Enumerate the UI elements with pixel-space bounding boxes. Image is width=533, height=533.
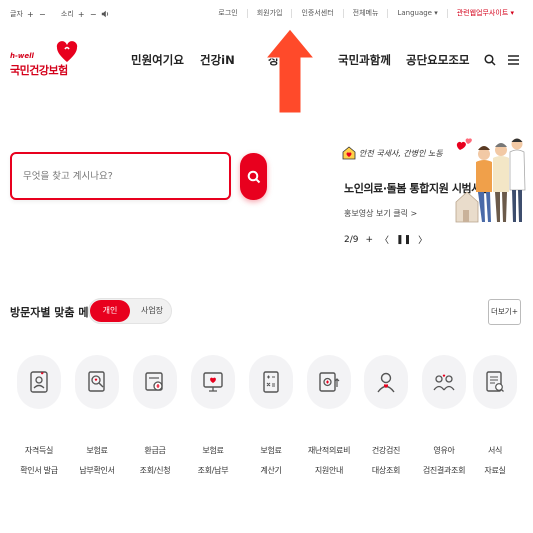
- visitor-type-toggle: 개인 사업장: [88, 298, 172, 324]
- calculator-icon: [263, 371, 279, 393]
- tab-personal[interactable]: 개인: [90, 300, 130, 322]
- payment-receipt-icon: [88, 371, 105, 392]
- menu-label-line1: 보험료: [260, 446, 282, 455]
- menu-label-line2: 대상조회: [371, 466, 401, 475]
- logo-brand-name: 국민건강보험: [10, 64, 68, 77]
- menu-label-line2: 확인서 발급: [20, 466, 58, 475]
- search-button[interactable]: [240, 153, 267, 200]
- font-increase-button[interactable]: +: [26, 10, 35, 19]
- id-card-icon: [30, 371, 48, 393]
- menu-icon-circle: [249, 355, 293, 409]
- logo-brand-small: h-well: [10, 52, 34, 60]
- menu-label-line2: 조회/납부: [197, 466, 229, 475]
- menu-icon-circle: [133, 355, 177, 409]
- menu-item-premium-calculator[interactable]: 보험료계산기: [243, 355, 299, 495]
- promo-next-button[interactable]: 〉: [418, 233, 427, 246]
- menu-label-line1: 자격득실: [24, 446, 54, 455]
- nav-with-public[interactable]: 국민과함께: [338, 52, 391, 68]
- nav-about-corp[interactable]: 공단요모조모: [406, 52, 469, 68]
- menu-label-line1: 재난적의료비: [307, 446, 351, 455]
- menu-item-refund[interactable]: 환급금조회/신청: [127, 355, 183, 495]
- promo-pause-button[interactable]: ❚❚: [396, 235, 411, 245]
- menu-label-line2: 검진결과조회: [422, 466, 466, 475]
- menu-label-line2: 계산기: [260, 466, 282, 475]
- signup-link[interactable]: 회원가입: [246, 9, 292, 18]
- sound-label: 소리: [60, 10, 74, 18]
- utility-bar: 글자 + − 소리 + − 로그인 회원가입 인증서센터 전체메뉴 Langua…: [0, 0, 533, 30]
- menu-label-line1: 건강검진: [371, 446, 401, 455]
- utility-links: 로그인 회원가입 인증서센터 전체메뉴 Language ▾ 관련웹업무사이트 …: [209, 9, 523, 18]
- infant-checkup-icon: [433, 374, 455, 391]
- menu-label-line2: 자료실: [484, 466, 506, 475]
- heart-logo-icon: [56, 41, 78, 62]
- sound-increase-button[interactable]: +: [77, 10, 86, 19]
- family-illustration-icon: [455, 138, 526, 223]
- site-logo[interactable]: h-well 국민건강보험: [10, 40, 80, 80]
- menu-icon-circle: [307, 355, 351, 409]
- search-icon[interactable]: [484, 54, 496, 66]
- menu-label-line1: 환급금: [144, 446, 166, 455]
- search-box: [10, 152, 231, 200]
- menu-label-line1: 보험료: [86, 446, 108, 455]
- hamburger-menu-icon[interactable]: [508, 55, 519, 65]
- house-heart-icon: [342, 146, 356, 160]
- menu-item-premium-payment[interactable]: 보험료조회/납부: [185, 355, 241, 495]
- promo-slogan: 안전 국세사, 간병인 노동: [342, 146, 443, 160]
- speaker-icon[interactable]: [101, 10, 110, 19]
- document-forms-icon: [486, 371, 504, 392]
- promo-page-indicator: 2/9: [344, 234, 359, 245]
- menu-icon-circle: [422, 355, 466, 409]
- font-size-label: 글자: [10, 10, 23, 18]
- visitor-menu-list: 자격득실 확인서 발급 보험료 납부확인서 환급금 조회/신청 보험료 조회/납…: [0, 355, 533, 495]
- menu-label-line1: 보험료: [202, 446, 224, 455]
- visitor-menu-more-button[interactable]: 더보기+: [488, 299, 521, 325]
- promo-video-link[interactable]: 홍보영상 보기 클릭 >: [344, 208, 417, 219]
- search-icon: [247, 170, 260, 183]
- menu-icon-circle: [473, 355, 517, 409]
- menu-label-line2: 조회/신청: [139, 466, 171, 475]
- menu-icon-circle: [191, 355, 235, 409]
- menu-item-catastrophic-medical[interactable]: 재난적의료비지원안내: [301, 355, 357, 495]
- menu-icon-circle: [17, 355, 61, 409]
- promo-banner[interactable]: 안전 국세사, 간병인 노동 노인의료·돌봄 통합지원 시범사업 홍보영상 보기…: [342, 130, 527, 255]
- promo-slogan-text: 안전 국세사, 간병인 노동: [359, 148, 443, 158]
- nav-civil-service[interactable]: 민원여기요: [131, 52, 184, 68]
- nav-health-in[interactable]: 건강iN: [200, 52, 235, 68]
- menu-item-payment-certificate[interactable]: 보험료납부확인서: [69, 355, 125, 495]
- pointer-arrow-icon: [265, 28, 315, 114]
- font-decrease-button[interactable]: −: [38, 10, 47, 19]
- all-menu-link[interactable]: 전체메뉴: [342, 9, 388, 18]
- promo-more-button[interactable]: +: [365, 235, 373, 245]
- menu-item-forms-library[interactable]: 서식자료실: [467, 355, 523, 495]
- monitor-payment-icon: [203, 372, 223, 392]
- promo-controls: 2/9 + 〈 ❚❚ 〉: [344, 233, 427, 247]
- header-icons: [484, 54, 519, 66]
- search-input[interactable]: [12, 154, 202, 198]
- menu-icon-circle: [75, 355, 119, 409]
- menu-label-line1: 영유아: [433, 446, 455, 455]
- promo-prev-button[interactable]: 〈: [380, 233, 389, 246]
- medical-support-icon: [319, 372, 340, 392]
- language-select[interactable]: Language ▾: [387, 9, 446, 18]
- sound-decrease-button[interactable]: −: [89, 10, 98, 19]
- health-checkup-icon: [377, 372, 395, 393]
- menu-label-line2: 납부확인서: [79, 466, 115, 475]
- tab-business[interactable]: 사업장: [133, 300, 171, 322]
- menu-label-line2: 지원안내: [314, 466, 344, 475]
- related-sites-select[interactable]: 관련웹업무사이트 ▾: [446, 9, 523, 18]
- menu-icon-circle: [364, 355, 408, 409]
- accessibility-controls: 글자 + − 소리 + −: [10, 9, 110, 19]
- menu-item-qualification[interactable]: 자격득실확인서 발급: [11, 355, 67, 495]
- login-link[interactable]: 로그인: [209, 9, 246, 18]
- menu-item-health-checkup[interactable]: 건강검진대상조회: [358, 355, 414, 495]
- certificate-center-link[interactable]: 인증서센터: [291, 9, 342, 18]
- menu-label-line1: 서식: [487, 446, 503, 455]
- visitor-menu-title: 방문자별 맞춤 메뉴: [10, 306, 99, 319]
- refund-icon: [145, 372, 163, 391]
